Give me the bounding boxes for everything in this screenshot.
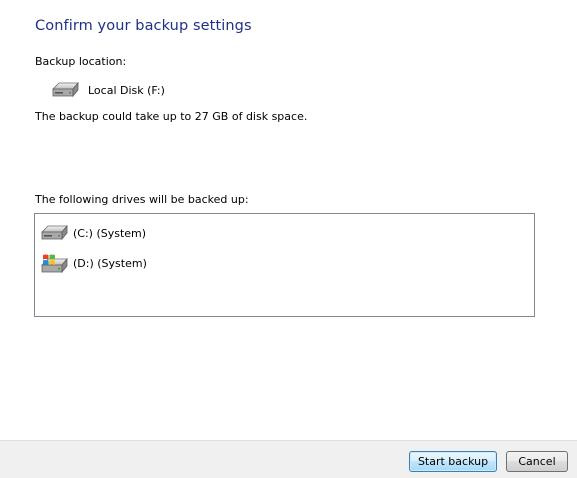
dialog-footer: Start backup Cancel bbox=[0, 440, 577, 478]
backup-location-name: Local Disk (F:) bbox=[88, 83, 165, 97]
backup-location-label: Backup location: bbox=[35, 55, 127, 68]
list-item-drive-d[interactable]: (D:) (System) bbox=[40, 252, 147, 274]
drive-name-d: (D:) (System) bbox=[73, 256, 147, 270]
page-title: Confirm your backup settings bbox=[35, 18, 252, 34]
windows-drive-icon bbox=[40, 252, 70, 274]
hard-drive-icon bbox=[50, 81, 80, 99]
backup-location: Local Disk (F:) bbox=[50, 80, 165, 100]
drives-list[interactable]: (C:) (System) (D:) (System) bbox=[34, 213, 535, 317]
list-item-drive-c[interactable]: (C:) (System) bbox=[40, 222, 146, 244]
hard-drive-icon bbox=[40, 224, 70, 242]
backup-confirm-dialog: Confirm your backup settings Backup loca… bbox=[0, 0, 577, 478]
cancel-button[interactable]: Cancel bbox=[506, 451, 568, 472]
disk-space-note: The backup could take up to 27 GB of dis… bbox=[35, 110, 308, 123]
drives-list-label: The following drives will be backed up: bbox=[35, 193, 249, 206]
drive-name-c: (C:) (System) bbox=[73, 226, 147, 240]
start-backup-button[interactable]: Start backup bbox=[409, 451, 497, 472]
